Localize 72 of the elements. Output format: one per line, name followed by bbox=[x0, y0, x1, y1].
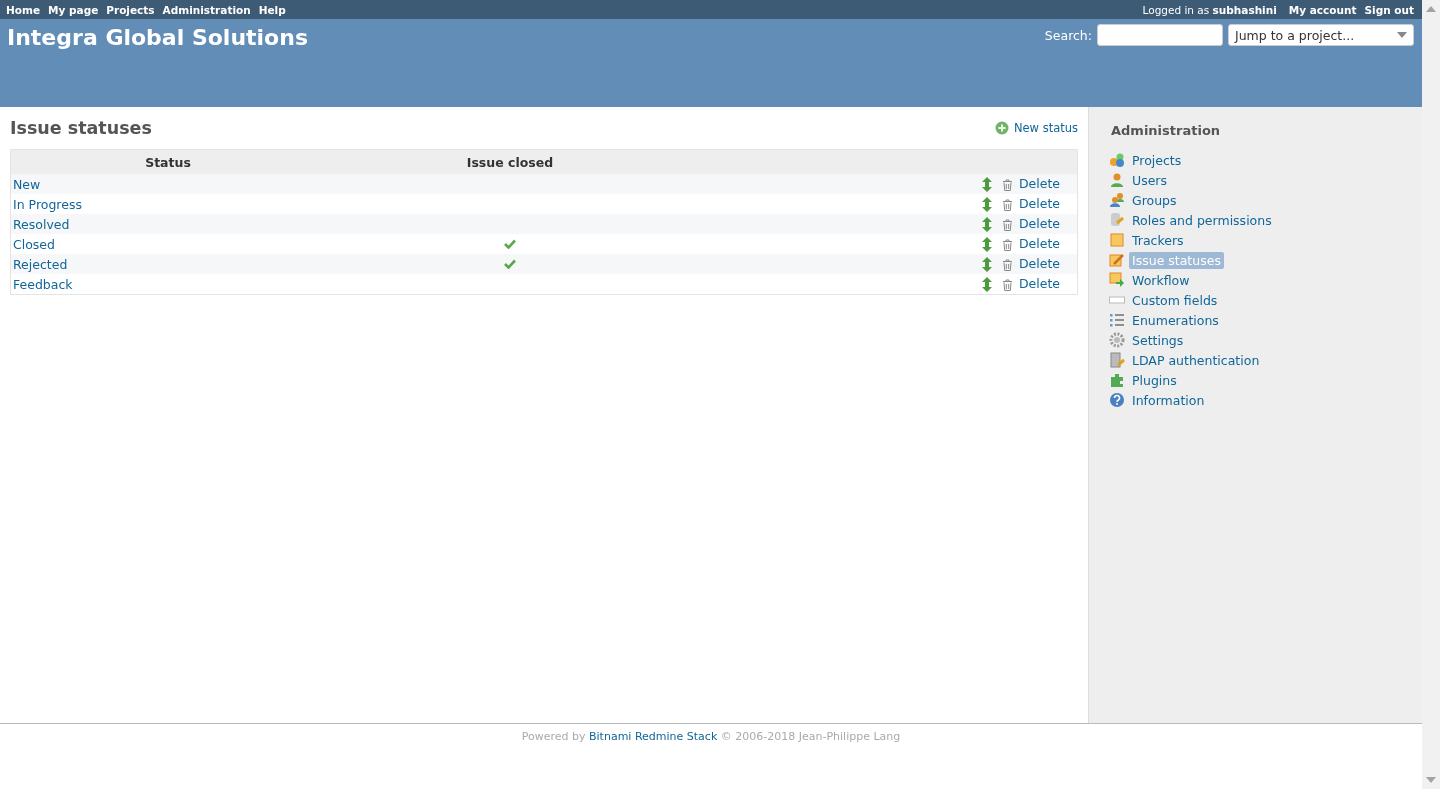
add-icon bbox=[994, 121, 1009, 135]
help-icon bbox=[1109, 392, 1125, 408]
status-link[interactable]: Resolved bbox=[13, 216, 70, 232]
scroll-down-icon[interactable] bbox=[1426, 777, 1436, 783]
delete-link[interactable]: Delete bbox=[1018, 276, 1060, 291]
puzzle-icon bbox=[1109, 372, 1125, 388]
scrollbar[interactable] bbox=[1422, 0, 1440, 789]
page-title: Issue statuses bbox=[10, 117, 152, 139]
admin-menu-item[interactable]: LDAP authentication bbox=[1129, 351, 1263, 369]
account-link[interactable]: Sign out bbox=[1364, 3, 1414, 16]
column-header: Issue closed bbox=[325, 149, 695, 174]
admin-menu-item[interactable]: Plugins bbox=[1129, 371, 1180, 389]
pencil-note-icon bbox=[1109, 252, 1125, 268]
caret-icon bbox=[1397, 32, 1407, 38]
status-link[interactable]: New bbox=[13, 176, 41, 192]
admin-menu-item[interactable]: Trackers bbox=[1129, 231, 1187, 249]
status-link[interactable]: Feedback bbox=[13, 276, 73, 292]
reorder-icon[interactable] bbox=[981, 197, 992, 212]
project-jump-dropdown[interactable]: Jump to a project... bbox=[1228, 24, 1414, 46]
top-menu-link[interactable]: Help bbox=[258, 3, 286, 16]
trash-icon bbox=[1001, 278, 1013, 291]
trash-icon bbox=[1001, 238, 1013, 251]
admin-menu-item[interactable]: Settings bbox=[1129, 331, 1187, 349]
key-icon bbox=[1109, 212, 1125, 228]
status-link[interactable]: Rejected bbox=[13, 256, 68, 272]
reorder-icon[interactable] bbox=[981, 237, 992, 252]
search-field[interactable] bbox=[1097, 24, 1223, 46]
scroll-up-icon[interactable] bbox=[1426, 6, 1436, 12]
reorder-icon[interactable] bbox=[981, 277, 992, 292]
trash-icon bbox=[1001, 198, 1013, 211]
reorder-icon[interactable] bbox=[981, 177, 992, 192]
server-key-icon bbox=[1109, 352, 1125, 368]
delete-link[interactable]: Delete bbox=[1018, 256, 1060, 271]
account-link[interactable]: My account bbox=[1288, 3, 1357, 16]
delete-link[interactable]: Delete bbox=[1018, 176, 1060, 191]
reorder-icon[interactable] bbox=[981, 217, 992, 232]
top-menu-link[interactable]: My page bbox=[48, 3, 99, 16]
admin-menu-item[interactable]: Users bbox=[1129, 171, 1170, 189]
status-link[interactable]: Closed bbox=[13, 236, 55, 252]
status-link[interactable]: In Progress bbox=[13, 196, 82, 212]
footer-link[interactable]: Bitnami Redmine Stack bbox=[589, 730, 718, 743]
column-header: Status bbox=[10, 149, 325, 174]
footer-text: Powered by Bitnami Redmine Stack © 2006-2018 Jean-Philippe Lang bbox=[521, 730, 901, 743]
trash-icon bbox=[1001, 258, 1013, 271]
admin-menu-item[interactable]: Projects bbox=[1129, 151, 1185, 169]
reorder-icon[interactable] bbox=[981, 257, 992, 272]
logged-in-text: Logged in as subhashini bbox=[1142, 3, 1277, 16]
groups-icon bbox=[1109, 192, 1125, 208]
admin-menu-item[interactable]: Groups bbox=[1129, 191, 1180, 209]
top-menu-link[interactable]: Administration bbox=[162, 3, 251, 16]
trash-icon bbox=[1001, 218, 1013, 231]
projects-icon bbox=[1109, 152, 1125, 168]
admin-menu-item[interactable]: Information bbox=[1129, 391, 1208, 409]
users-icon bbox=[1109, 172, 1125, 188]
delete-link[interactable]: Delete bbox=[1018, 216, 1060, 231]
list-icon bbox=[1109, 312, 1125, 328]
admin-menu-item[interactable]: Roles and permissions bbox=[1129, 211, 1275, 229]
delete-link[interactable]: Delete bbox=[1018, 236, 1060, 251]
delete-link[interactable]: Delete bbox=[1018, 196, 1060, 211]
top-menu-link[interactable]: Projects bbox=[106, 3, 155, 16]
new-status-link[interactable]: New status bbox=[994, 121, 1078, 135]
tracker-icon bbox=[1109, 232, 1125, 248]
sidebar-title: Administration bbox=[1111, 123, 1222, 138]
admin-menu-item[interactable]: Custom fields bbox=[1129, 291, 1221, 309]
admin-menu-item[interactable]: Workflow bbox=[1129, 271, 1193, 289]
settings-icon bbox=[1109, 332, 1125, 348]
top-menu-link[interactable]: Home bbox=[6, 3, 41, 16]
site-title: Integra Global Solutions bbox=[7, 25, 308, 50]
search-label: Search: bbox=[1044, 27, 1092, 43]
admin-menu-item[interactable]: Enumerations bbox=[1129, 311, 1222, 329]
trash-icon bbox=[1001, 178, 1013, 191]
workflow-icon bbox=[1109, 272, 1125, 288]
